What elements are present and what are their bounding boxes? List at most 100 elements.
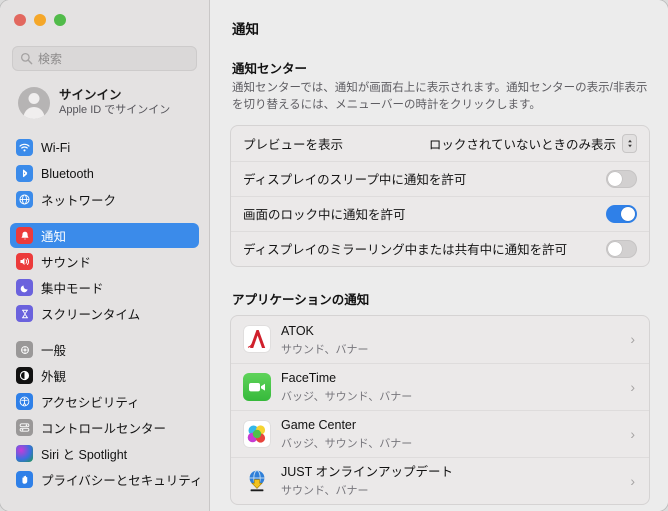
control-center-icon xyxy=(16,419,33,436)
avatar xyxy=(18,87,50,119)
sidebar-item-label: Siri と Spotlight xyxy=(41,448,128,462)
app-summary: サウンド、バナー xyxy=(281,343,369,356)
toggle-knob xyxy=(608,171,622,186)
focus-moon-icon xyxy=(16,279,33,296)
sidebar-item-notifications[interactable]: 通知 xyxy=(10,223,199,248)
sidebar-item-label: サウンド xyxy=(41,256,92,270)
atok-icon xyxy=(243,325,271,353)
app-summary: サウンド、バナー xyxy=(281,485,369,498)
sidebar-item-label: 通知 xyxy=(41,230,67,244)
app-name: FaceTime xyxy=(281,371,337,386)
account-subtitle: Apple ID でサインイン xyxy=(59,104,171,117)
row-label: プレビューを表示 xyxy=(243,137,344,152)
account-row[interactable]: サインイン Apple ID でサインイン xyxy=(14,83,197,123)
sidebar-item-appearance[interactable]: 外観 xyxy=(10,363,199,388)
sidebar-group-general: 一般 外観 アクセシビリティ コントロールセンター Siri と Spotlig… xyxy=(0,337,209,492)
chevron-right-icon: › xyxy=(630,331,635,347)
accessibility-icon xyxy=(16,393,33,410)
sidebar-item-accessibility[interactable]: アクセシビリティ xyxy=(10,389,199,414)
page-title: 通知 xyxy=(232,22,259,37)
wifi-icon xyxy=(16,139,33,156)
app-name: ATOK xyxy=(281,323,314,338)
application-notifications-title: アプリケーションの通知 xyxy=(232,292,370,307)
notification-center-title: 通知センター xyxy=(232,62,308,76)
sidebar-item-label: コントロールセンター xyxy=(41,422,167,436)
row-allow-when-screen-locked[interactable]: 画面のロック中に通知を許可 xyxy=(231,195,649,231)
content-pane: 通知 通知センター 通知センターでは、通知が画面右上に表示されます。通知センター… xyxy=(210,0,668,511)
allow-when-display-sleeping-toggle[interactable] xyxy=(606,169,637,188)
window-traffic-lights xyxy=(0,0,209,34)
sidebar-item-label: Wi-Fi xyxy=(41,140,71,155)
sidebar-item-wifi[interactable]: Wi-Fi xyxy=(10,135,199,160)
zoom-button[interactable] xyxy=(54,14,66,26)
close-button[interactable] xyxy=(14,14,26,26)
app-row-game-center[interactable]: Game Center バッジ、サウンド、バナー › xyxy=(231,409,649,457)
search-icon xyxy=(20,52,33,65)
application-notifications-card: ATOK サウンド、バナー › FaceTime バッジ、サウンド、バナー › xyxy=(230,314,650,505)
app-row-atok[interactable]: ATOK サウンド、バナー › xyxy=(231,316,649,363)
sidebar-item-label: スクリーンタイム xyxy=(41,308,141,322)
app-name: Game Center xyxy=(281,418,357,433)
sidebar-nav: Wi-Fi Bluetooth ネットワーク 通知 サウンド 集中モード スクリ… xyxy=(0,135,209,492)
search-placeholder: 検索 xyxy=(38,52,63,66)
toggle-knob xyxy=(621,206,635,221)
sidebar-item-siri-spotlight[interactable]: Siri と Spotlight xyxy=(10,441,199,466)
app-name: JUST オンラインアップデート xyxy=(281,465,453,480)
toggle-knob xyxy=(608,241,622,256)
row-show-previews[interactable]: プレビューを表示 ロックされていないときのみ表示 xyxy=(231,126,649,161)
sidebar: 検索 サインイン Apple ID でサインイン Wi-Fi Bluetooth… xyxy=(0,0,210,511)
app-summary: バッジ、サウンド、バナー xyxy=(281,391,413,404)
sidebar-item-screen-time[interactable]: スクリーンタイム xyxy=(10,301,199,326)
row-label: ディスプレイのスリープ中に通知を許可 xyxy=(243,173,467,187)
app-row-just-online-update[interactable]: JUST オンラインアップデート サウンド、バナー › xyxy=(231,456,649,504)
app-row-facetime[interactable]: FaceTime バッジ、サウンド、バナー › xyxy=(231,362,649,410)
chevron-right-icon: › xyxy=(630,378,635,395)
facetime-icon xyxy=(243,372,271,401)
sidebar-item-network[interactable]: ネットワーク xyxy=(10,187,199,212)
system-settings-window: 検索 サインイン Apple ID でサインイン Wi-Fi Bluetooth… xyxy=(0,0,668,511)
notification-center-description: 通知センターでは、通知が画面右上に表示されます。通知センターの表示/非表示を切り… xyxy=(232,82,648,112)
chevron-up-down-icon xyxy=(622,133,637,153)
screen-time-hourglass-icon xyxy=(16,305,33,322)
row-allow-when-mirroring[interactable]: ディスプレイのミラーリング中または共有中に通知を許可 xyxy=(231,230,649,266)
network-globe-icon xyxy=(16,191,33,208)
minimize-button[interactable] xyxy=(34,14,46,26)
privacy-hand-icon xyxy=(16,471,33,488)
account-name: サインイン xyxy=(59,87,122,102)
chevron-right-icon: › xyxy=(630,472,635,489)
chevron-right-icon: › xyxy=(630,425,635,442)
sidebar-item-privacy-security[interactable]: プライバシーとセキュリティ xyxy=(10,467,203,492)
sidebar-item-focus[interactable]: 集中モード xyxy=(10,275,199,300)
sidebar-item-control-center[interactable]: コントロールセンター xyxy=(10,415,199,440)
row-label: 画面のロック中に通知を許可 xyxy=(243,208,406,222)
sidebar-group-system: 通知 サウンド 集中モード スクリーンタイム xyxy=(0,223,209,326)
app-summary: バッジ、サウンド、バナー xyxy=(281,438,413,451)
sidebar-item-sound[interactable]: サウンド xyxy=(10,249,199,274)
general-gear-icon xyxy=(16,341,33,358)
appearance-contrast-icon xyxy=(16,367,33,384)
sidebar-item-label: アクセシビリティ xyxy=(41,396,140,410)
game-center-icon xyxy=(243,419,271,448)
popup-value: ロックされていないときのみ表示 xyxy=(428,137,616,152)
sidebar-item-label: ネットワーク xyxy=(41,194,117,208)
row-label: ディスプレイのミラーリング中または共有中に通知を許可 xyxy=(243,243,568,257)
sidebar-group-network: Wi-Fi Bluetooth ネットワーク xyxy=(0,135,209,212)
allow-when-screen-locked-toggle[interactable] xyxy=(606,204,637,223)
sidebar-item-label: 外観 xyxy=(41,370,67,384)
allow-when-mirroring-toggle[interactable] xyxy=(606,239,637,258)
siri-icon xyxy=(16,445,33,462)
sidebar-item-label: プライバシーとセキュリティ xyxy=(41,474,203,488)
search-field[interactable]: 検索 xyxy=(12,46,197,71)
sidebar-item-label: 一般 xyxy=(41,344,67,358)
sidebar-item-label: Bluetooth xyxy=(41,166,94,181)
show-previews-popup-button[interactable]: ロックされていないときのみ表示 xyxy=(428,133,637,153)
just-online-update-icon xyxy=(243,467,271,495)
notification-center-card: プレビューを表示 ロックされていないときのみ表示 ディスプレイのスリープ中に通知… xyxy=(230,124,650,267)
sidebar-item-bluetooth[interactable]: Bluetooth xyxy=(10,161,199,186)
sound-speaker-icon xyxy=(16,253,33,270)
notifications-bell-icon xyxy=(16,227,33,244)
sidebar-item-general[interactable]: 一般 xyxy=(10,337,199,362)
sidebar-item-label: 集中モード xyxy=(41,282,104,296)
row-allow-when-display-sleeping[interactable]: ディスプレイのスリープ中に通知を許可 xyxy=(231,160,649,196)
bluetooth-icon xyxy=(16,165,33,182)
